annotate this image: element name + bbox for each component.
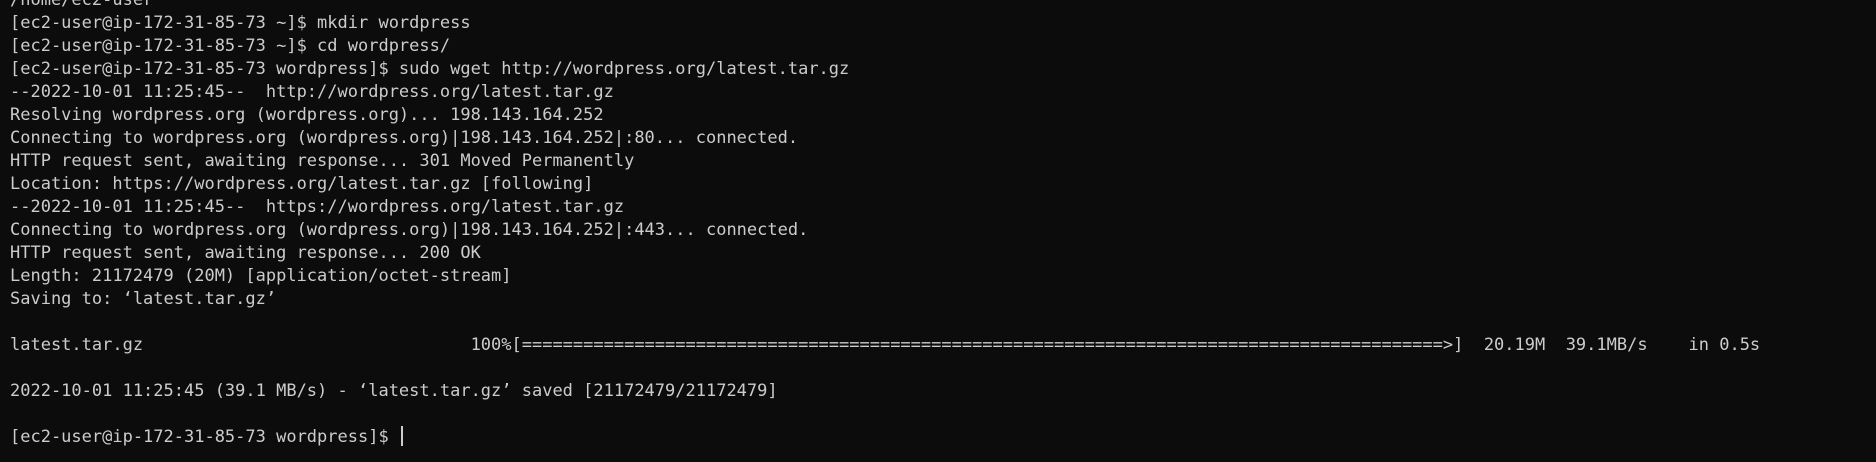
output-line: HTTP request sent, awaiting response... … [10,151,635,171]
command-line: [ec2-user@ip-172-31-85-73 ~]$ mkdir word… [10,13,471,33]
terminal-window[interactable]: /home/ec2-user [ec2-user@ip-172-31-85-73… [0,0,1876,462]
output-line: Saving to: ‘latest.tar.gz’ [10,289,277,309]
text-cursor [400,426,403,446]
prompt-text: [ec2-user@ip-172-31-85-73 wordpress]$ [10,427,399,447]
command-line: [ec2-user@ip-172-31-85-73 wordpress]$ su… [10,59,850,79]
output-line: Length: 21172479 (20M) [application/octe… [10,266,512,286]
output-line: Resolving wordpress.org (wordpress.org).… [10,105,604,125]
output-line: Connecting to wordpress.org (wordpress.o… [10,220,809,240]
output-line: Connecting to wordpress.org (wordpress.o… [10,128,799,148]
prompt-line[interactable]: [ec2-user@ip-172-31-85-73 wordpress]$ [10,426,1876,449]
command-line: [ec2-user@ip-172-31-85-73 ~]$ cd wordpre… [10,36,451,56]
output-line: Location: https://wordpress.org/latest.t… [10,174,594,194]
output-line: --2022-10-01 11:25:45-- http://wordpress… [10,82,614,102]
output-line: /home/ec2-user [10,0,154,10]
output-line: HTTP request sent, awaiting response... … [10,243,481,263]
download-progress-line: latest.tar.gz 100%[=====================… [10,335,1761,355]
output-line: --2022-10-01 11:25:45-- https://wordpres… [10,197,625,217]
output-line: 2022-10-01 11:25:45 (39.1 MB/s) - ‘lates… [10,381,778,401]
terminal-output: /home/ec2-user [ec2-user@ip-172-31-85-73… [10,0,1876,449]
